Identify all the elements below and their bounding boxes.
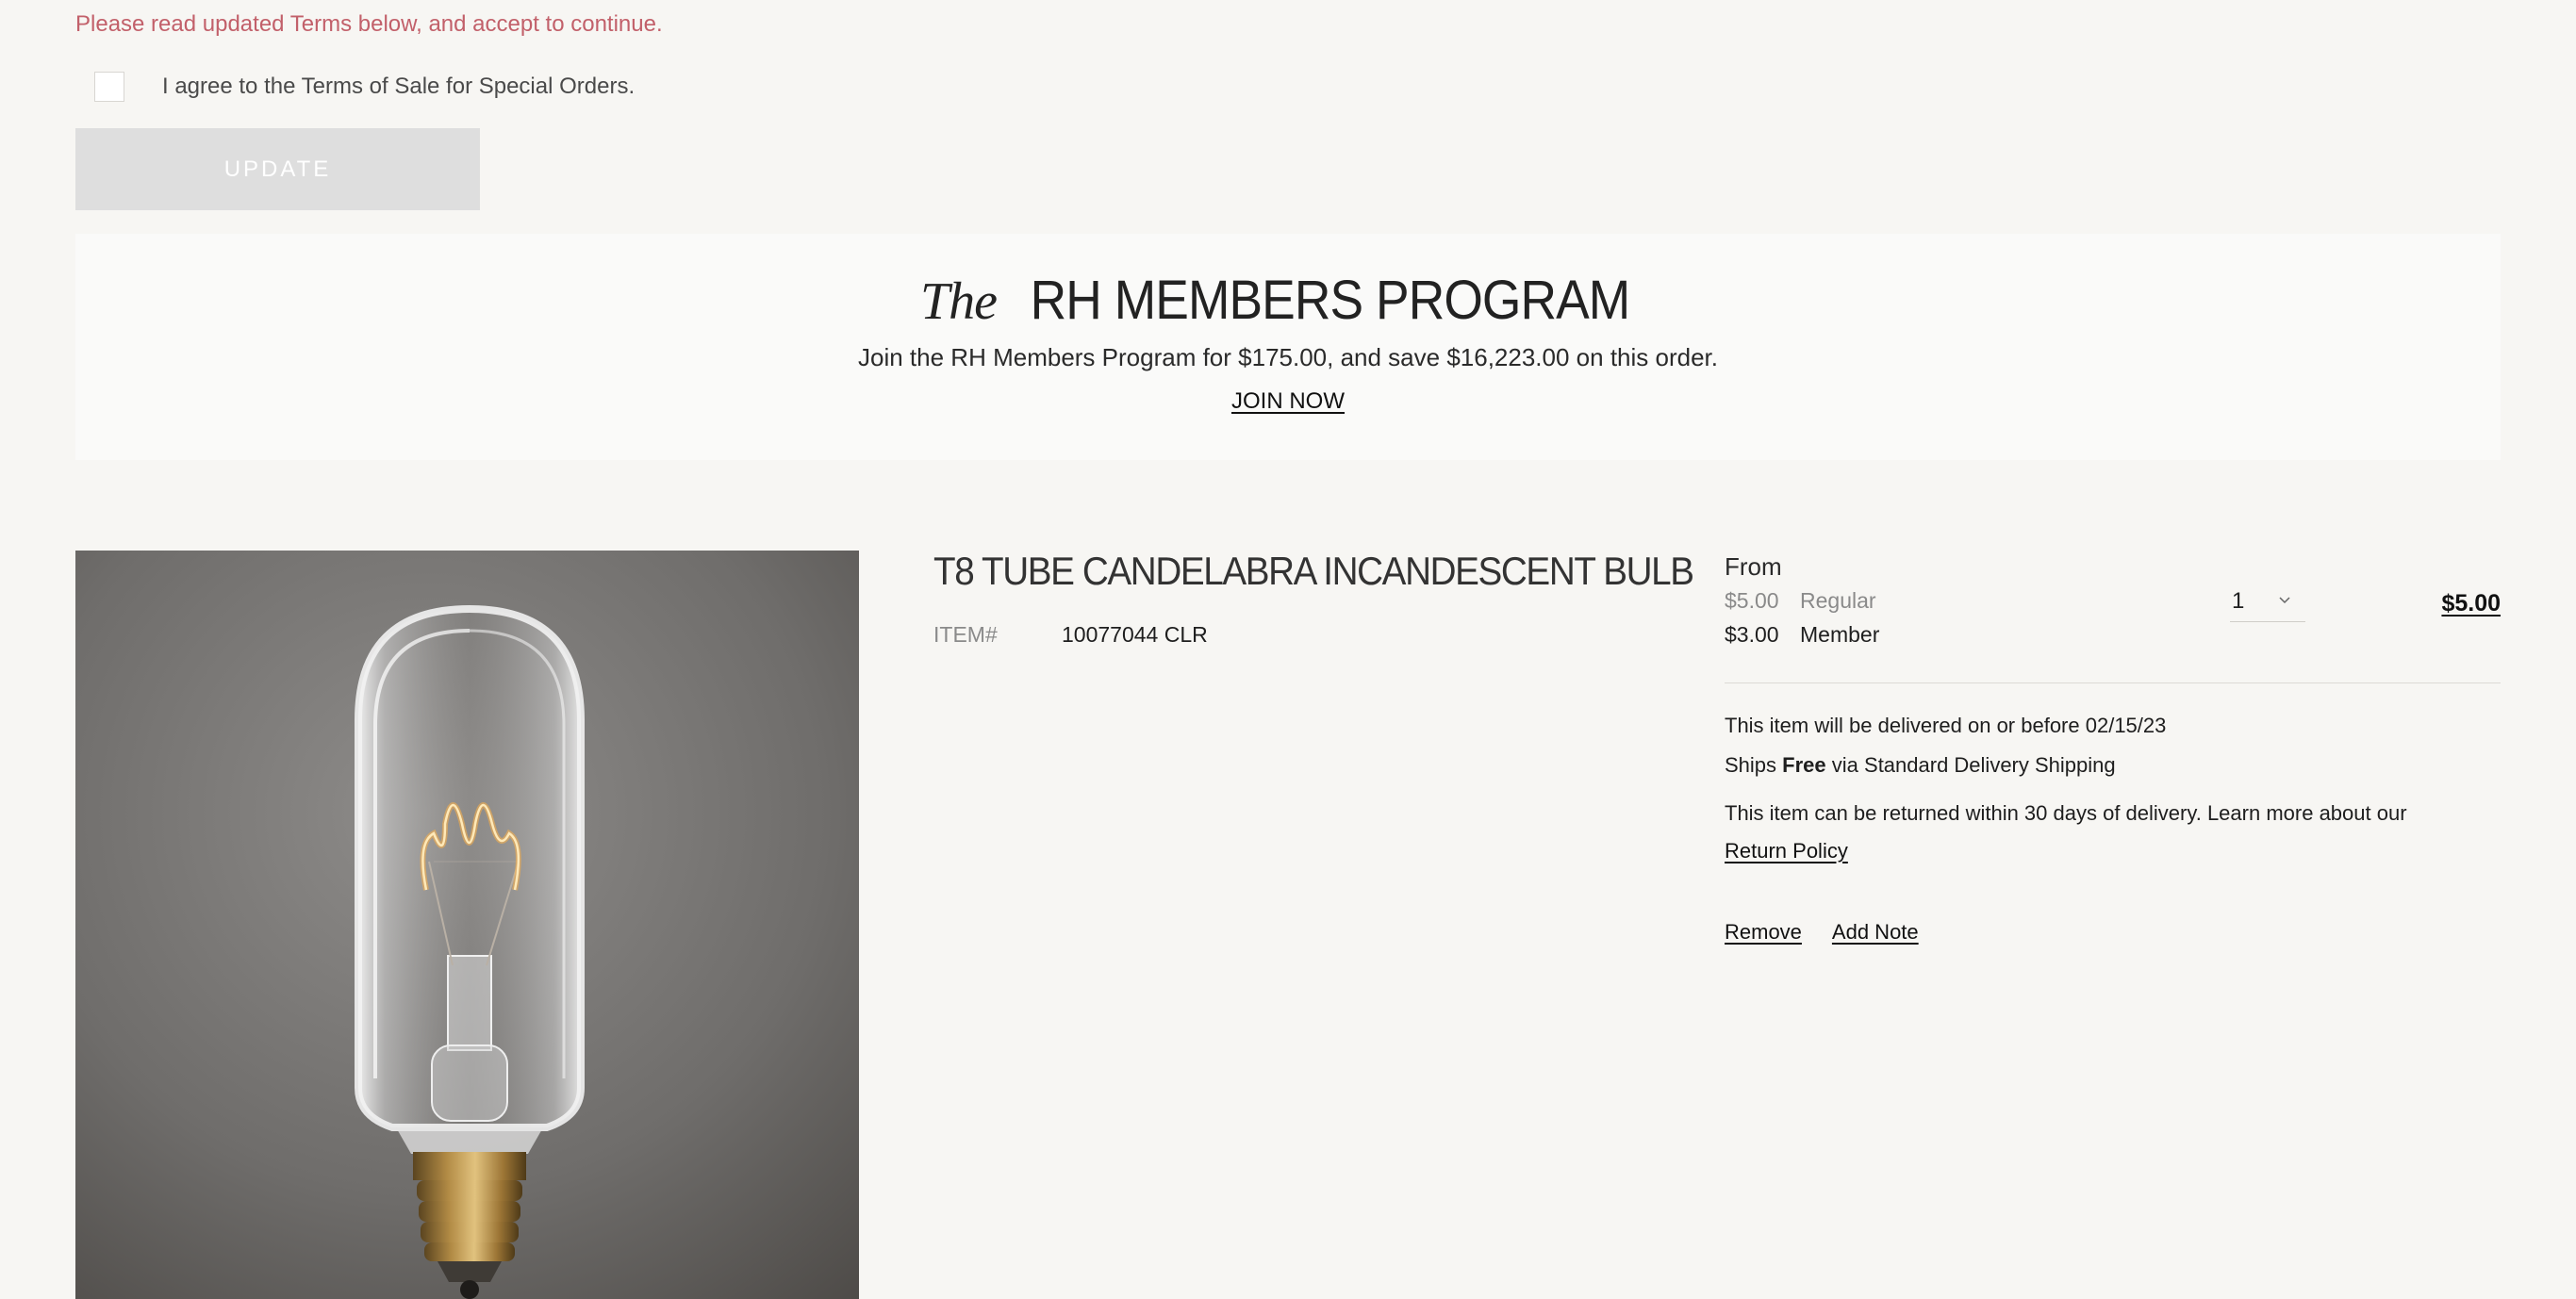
chevron-down-icon	[2279, 597, 2290, 604]
update-button[interactable]: UPDATE	[75, 128, 480, 210]
delivery-date-text: This item will be delivered on or before…	[1725, 714, 2167, 737]
terms-agree-checkbox[interactable]	[94, 72, 124, 102]
quantity-value: 1	[2232, 588, 2245, 614]
item-number-row: ITEM# 10077044 CLR	[933, 622, 1208, 648]
product-title[interactable]: T8 TUBE CANDELABRA INCANDESCENT BULB	[933, 549, 1694, 594]
add-note-link[interactable]: Add Note	[1832, 920, 1919, 945]
return-policy-link[interactable]: Return Policy	[1725, 839, 1848, 863]
divider	[1725, 682, 2501, 683]
members-program-title: The RH MEMBERS PROGRAM	[75, 270, 2501, 331]
ships-suffix: via Standard Delivery Shipping	[1831, 753, 2116, 777]
terms-agree-label: I agree to the Terms of Sale for Special…	[162, 74, 636, 99]
regular-price-label: Regular	[1800, 588, 1876, 613]
terms-agree-row: I agree to the Terms of Sale for Special…	[94, 70, 635, 104]
member-price: $3.00	[1725, 622, 1779, 647]
shipping-info: Ships Free via Standard Delivery Shippin…	[1725, 747, 2116, 784]
members-title-text: RH MEMBERS PROGRAM	[1030, 270, 1631, 331]
quantity-select[interactable]: 1	[2230, 584, 2305, 622]
remove-link[interactable]: Remove	[1725, 920, 1802, 945]
members-program-description: Join the RH Members Program for $175.00,…	[858, 343, 1718, 371]
member-price-row: $3.00 Member	[1725, 622, 1879, 648]
regular-price: $5.00	[1725, 588, 1779, 613]
product-image[interactable]	[75, 551, 859, 1299]
ships-prefix: Ships	[1725, 753, 1777, 777]
join-now-link[interactable]: JOIN NOW	[1231, 388, 1345, 414]
ships-free-text: Free	[1782, 753, 1826, 777]
line-item-actions: Remove Add Note	[1725, 920, 1919, 945]
light-bulb-photo-icon	[75, 551, 859, 1299]
join-now-wrapper: JOIN NOW	[75, 388, 2501, 415]
item-number-value: 10077044 CLR	[1062, 622, 1208, 647]
member-price-label: Member	[1800, 622, 1880, 647]
members-title-prefix: The	[920, 272, 998, 331]
item-number-label: ITEM#	[933, 622, 998, 647]
terms-warning-message: Please read updated Terms below, and acc…	[75, 11, 663, 37]
returns-info: This item can be returned within 30 days…	[1725, 795, 2422, 870]
line-total-price: $5.00	[2441, 590, 2501, 617]
members-program-banner: The RH MEMBERS PROGRAM Join the RH Member…	[75, 234, 2501, 460]
regular-price-row: $5.00 Regular	[1725, 588, 1876, 614]
price-from-label: From	[1725, 552, 1782, 581]
returns-text: This item can be returned within 30 days…	[1725, 801, 2407, 825]
